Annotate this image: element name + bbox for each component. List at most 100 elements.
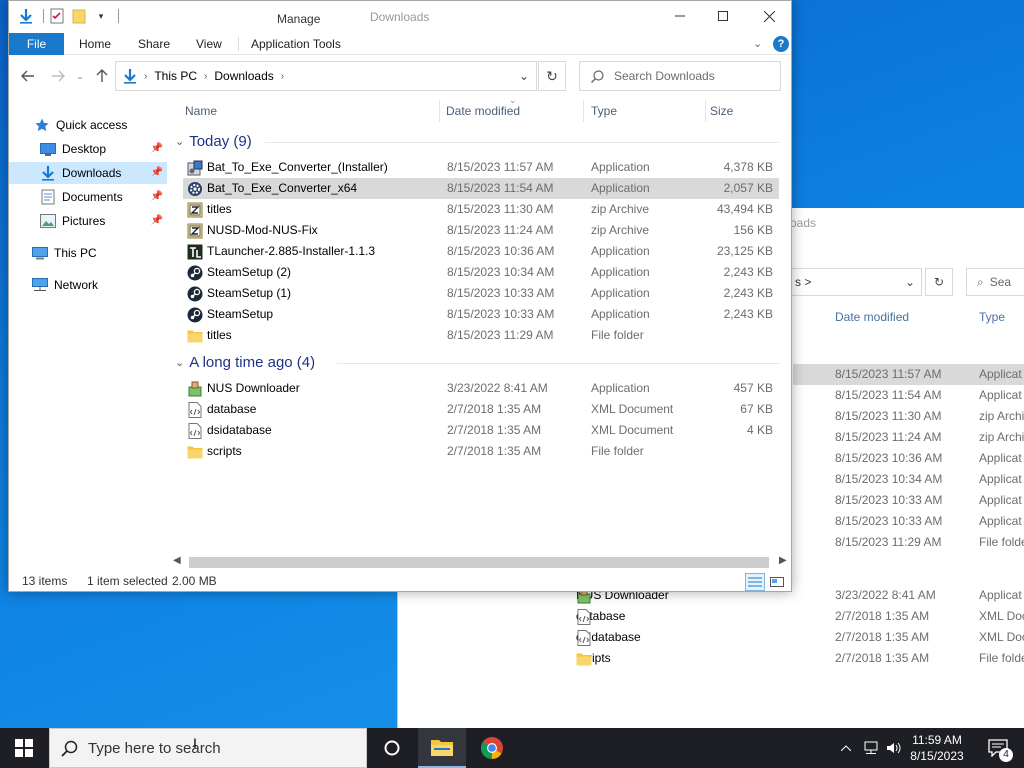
up-button[interactable]	[91, 66, 113, 86]
background-column-type[interactable]: Type	[979, 310, 1005, 324]
nav-this-pc[interactable]: This PC	[9, 242, 167, 264]
file-row[interactable]: titles 8/15/2023 11:30 AM zip Archive 43,49…	[183, 199, 779, 220]
file-date: 2/7/2018 1:35 AM	[447, 423, 542, 437]
tab-share[interactable]: Share	[138, 33, 170, 55]
background-file-row[interactable]: 8/15/2023 11:30 AM zip Archi	[793, 406, 1024, 427]
title-bar[interactable]: ▾ Manage Downloads	[9, 1, 791, 33]
tab-home[interactable]: Home	[79, 33, 111, 55]
horizontal-scrollbar[interactable]: ◀ ▶	[169, 554, 791, 571]
forward-button[interactable]	[47, 66, 69, 86]
file-row[interactable]: Bat_To_Exe_Converter_x64 8/15/2023 11:54 …	[183, 178, 779, 199]
file-type: Application	[591, 244, 650, 258]
nav-quick-access[interactable]: Quick access	[9, 114, 167, 136]
clock[interactable]: 11:59 AM 8/15/2023	[900, 732, 974, 764]
nav-documents[interactable]: Documents 📌	[9, 186, 167, 208]
help-icon[interactable]: ?	[773, 36, 789, 52]
chevron-down-icon[interactable]: ⌄	[175, 356, 184, 369]
nav-desktop[interactable]: Desktop 📌	[9, 138, 167, 160]
column-date-modified[interactable]: Date modified	[446, 96, 520, 126]
background-address-bar[interactable]: s > ⌄	[790, 268, 922, 296]
show-hidden-icons-button[interactable]	[836, 728, 856, 768]
cortana-button[interactable]	[368, 728, 416, 768]
scrollbar-thumb[interactable]	[189, 557, 769, 568]
taskbar-chrome[interactable]	[468, 728, 516, 768]
background-column-date[interactable]: Date modified	[835, 310, 909, 324]
breadcrumb-this-pc[interactable]: This PC	[149, 69, 202, 83]
column-size[interactable]: Size	[710, 96, 733, 126]
background-refresh-button[interactable]: ↻	[925, 268, 953, 296]
address-bar[interactable]: › This PC › Downloads › ⌄	[115, 61, 537, 91]
background-file-row[interactable]: 8/15/2023 10:33 AM Applicat	[793, 511, 1024, 532]
pin-icon[interactable]: 📌	[151, 162, 163, 184]
background-file-row[interactable]: 8/15/2023 10:34 AM Applicat	[793, 469, 1024, 490]
column-name[interactable]: Name	[185, 96, 217, 126]
tab-view[interactable]: View	[196, 33, 222, 55]
file-row[interactable]: TLauncher-2.885-Installer-1.1.3 8/15/2023…	[183, 241, 779, 262]
scroll-right-icon[interactable]: ▶	[779, 555, 787, 566]
nav-downloads[interactable]: Downloads 📌	[9, 162, 167, 184]
background-file-row[interactable]: 8/15/2023 11:57 AM Applicat	[793, 364, 1024, 385]
column-type[interactable]: Type	[591, 96, 617, 126]
pin-icon[interactable]: 📌	[151, 138, 163, 160]
pin-icon[interactable]: 📌	[151, 210, 163, 232]
background-file-row[interactable]: 8/15/2023 11:54 AM Applicat	[793, 385, 1024, 406]
properties-icon[interactable]	[48, 7, 66, 25]
tab-application-tools[interactable]: Application Tools	[251, 33, 341, 55]
taskbar-file-explorer[interactable]	[418, 728, 466, 768]
background-file-row[interactable]: scripts 2/7/2018 1:35 AM File folde	[574, 648, 1024, 669]
background-file-row[interactable]: 8/15/2023 10:36 AM Applicat	[793, 448, 1024, 469]
group-header-long-ago[interactable]: ⌄ A long time ago (4)	[175, 351, 315, 373]
file-row[interactable]: SteamSetup 8/15/2023 10:33 AM Application 2…	[183, 304, 779, 325]
file-row[interactable]: SteamSetup (1) 8/15/2023 10:33 AM Applicat…	[183, 283, 779, 304]
customize-toolbar-icon[interactable]: ▾	[92, 7, 110, 25]
search-input[interactable]: Search Downloads	[579, 61, 781, 91]
chevron-down-icon[interactable]: ⌄	[175, 135, 184, 148]
background-file-row[interactable]: 8/15/2023 11:29 AM File folde	[793, 532, 1024, 553]
file-row[interactable]: scripts 2/7/2018 1:35 AM File folder	[183, 441, 779, 462]
expand-ribbon-icon[interactable]: ⌄	[753, 37, 762, 50]
background-file-row[interactable]: 8/15/2023 10:33 AM Applicat	[793, 490, 1024, 511]
background-file-row[interactable]: database 2/7/2018 1:35 AM XML Doc	[574, 606, 1024, 627]
maximize-button[interactable]	[700, 1, 746, 31]
file-row[interactable]: titles 8/15/2023 11:29 AM File folder	[183, 325, 779, 346]
column-divider[interactable]	[439, 100, 440, 122]
group-header-today[interactable]: ⌄ Today (9)	[175, 130, 252, 152]
nav-network[interactable]: Network	[9, 274, 167, 296]
file-list[interactable]: Name ⌄ Date modified Type Size ⌄ Today (…	[169, 95, 791, 564]
nav-pictures[interactable]: Pictures 📌	[9, 210, 167, 232]
address-dropdown-icon[interactable]: ⌄	[512, 62, 536, 90]
column-divider[interactable]	[705, 100, 706, 122]
file-row[interactable]: database 2/7/2018 1:35 AM XML Document 67 K…	[183, 399, 779, 420]
close-button[interactable]	[746, 1, 792, 31]
column-divider[interactable]	[583, 100, 584, 122]
start-button[interactable]	[0, 728, 48, 768]
recent-locations-button[interactable]: ⌄	[69, 66, 91, 86]
tab-file[interactable]: File	[9, 33, 64, 55]
file-row[interactable]: NUS Downloader 3/23/2022 8:41 AM Applicati…	[183, 378, 779, 399]
notification-center-button[interactable]: 4	[978, 728, 1018, 768]
details-view-button[interactable]	[745, 573, 765, 591]
file-row[interactable]: dsidatabase 2/7/2018 1:35 AM XML Document 4…	[183, 420, 779, 441]
network-tray-button[interactable]	[860, 728, 882, 768]
background-file-row[interactable]: 8/15/2023 11:24 AM zip Archi	[793, 427, 1024, 448]
file-explorer-window[interactable]: ▾ Manage Downloads File Home Share View …	[8, 0, 792, 592]
new-folder-icon[interactable]	[70, 7, 88, 25]
breadcrumb-separator[interactable]: ›	[202, 71, 209, 82]
taskbar-search-box[interactable]: Type here to search	[49, 728, 367, 768]
background-file-row[interactable]: dsidatabase 2/7/2018 1:35 AM XML Doc	[574, 627, 1024, 648]
refresh-button[interactable]: ↻	[538, 61, 566, 91]
breadcrumb-separator[interactable]: ›	[142, 71, 149, 82]
file-row[interactable]: NUSD-Mod-NUS-Fix 8/15/2023 11:24 AM zip Ar…	[183, 220, 779, 241]
minimize-button[interactable]	[657, 1, 703, 31]
large-icons-view-button[interactable]	[767, 573, 787, 591]
background-search-input[interactable]: ⌕ Sea	[966, 268, 1024, 296]
chevron-down-icon[interactable]: ⌄	[899, 275, 921, 289]
breadcrumb-downloads[interactable]: Downloads	[209, 69, 278, 83]
pin-icon[interactable]: 📌	[151, 186, 163, 208]
breadcrumb-separator[interactable]: ›	[279, 71, 286, 82]
background-file-type: Applicat	[979, 367, 1022, 381]
file-row[interactable]: Bat_To_Exe_Converter_(Installer) 8/15/202…	[183, 157, 779, 178]
scroll-left-icon[interactable]: ◀	[173, 555, 181, 566]
file-row[interactable]: SteamSetup (2) 8/15/2023 10:34 AM Applicat…	[183, 262, 779, 283]
back-button[interactable]	[17, 66, 39, 86]
